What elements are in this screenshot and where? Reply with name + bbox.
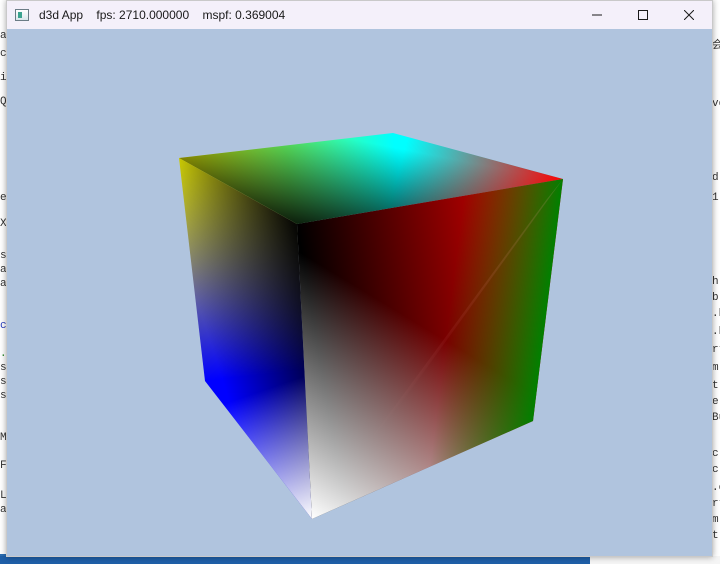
- background-text: .c: [712, 482, 720, 494]
- background-text: elp: [712, 396, 720, 408]
- minimize-button[interactable]: [574, 1, 620, 29]
- d3d-app-window[interactable]: d3d App fps: 2710.000000 mspf: 0.369004: [6, 0, 713, 557]
- background-text: Bu: [712, 412, 720, 424]
- close-button[interactable]: [666, 1, 712, 29]
- app-window-icon[interactable]: [15, 9, 29, 21]
- background-text: 会: [712, 40, 720, 52]
- cube-right-face: [297, 179, 563, 519]
- background-window-right: 会 ve d( 1' h b.l .h .h rtu m tr elp Bu c…: [712, 0, 720, 564]
- background-text: c.: [712, 464, 720, 476]
- background-text: tri: [712, 530, 720, 542]
- background-text: b.l: [712, 292, 720, 304]
- background-text: rtu: [712, 498, 720, 510]
- minimize-icon: [592, 10, 602, 20]
- close-icon: [684, 10, 694, 20]
- background-text: tr: [712, 380, 720, 392]
- window-title: d3d App fps: 2710.000000 mspf: 0.369004: [39, 8, 286, 22]
- maximize-icon: [638, 10, 648, 20]
- background-text: .h: [712, 308, 720, 320]
- background-taskbar: [0, 556, 720, 564]
- render-viewport[interactable]: [7, 29, 712, 556]
- maximize-button[interactable]: [620, 1, 666, 29]
- title-bar[interactable]: d3d App fps: 2710.000000 mspf: 0.369004: [7, 1, 712, 29]
- background-text: .h: [712, 326, 720, 338]
- background-text: ve: [712, 98, 720, 110]
- background-panel: [590, 556, 720, 564]
- background-text: 1': [712, 192, 720, 204]
- background-text: d(: [712, 172, 720, 184]
- color-cube: [179, 133, 563, 519]
- background-text: rtu: [712, 344, 720, 356]
